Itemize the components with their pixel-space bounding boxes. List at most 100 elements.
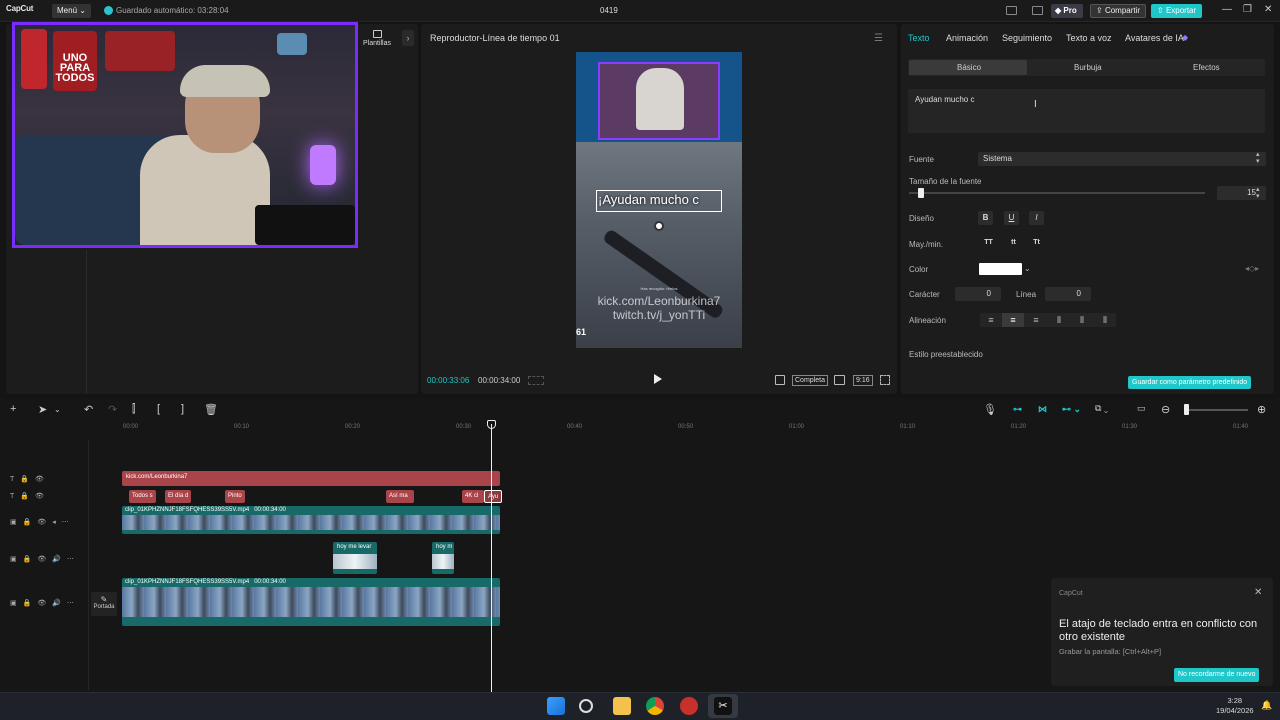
- main-video-clip[interactable]: clip_01KPHZNNJF18FSFQHESS39SS5V.mp4 00:0…: [122, 578, 500, 626]
- file-explorer-icon[interactable]: [613, 697, 631, 715]
- menu-button[interactable]: Menú ⌄: [52, 4, 91, 18]
- text-chip[interactable]: El día d: [165, 490, 191, 503]
- font-size-slider[interactable]: [909, 192, 1205, 194]
- zoom-slider[interactable]: [1184, 409, 1248, 411]
- chrome-icon[interactable]: [646, 697, 664, 715]
- font-size-stepper-icon[interactable]: ▴ ▾: [1256, 186, 1260, 200]
- color-dropdown-icon[interactable]: ⌄: [1024, 264, 1031, 273]
- text-chip[interactable]: Todos s: [129, 490, 156, 503]
- subtab-bubble[interactable]: Burbuja: [1074, 63, 1102, 72]
- text-chip[interactable]: Pinto: [225, 490, 245, 503]
- video-track-controls[interactable]: ▣🔒👁◂⋯: [10, 518, 75, 526]
- pro-button[interactable]: ◆ Pro: [1051, 4, 1083, 18]
- thumbnail-icon[interactable]: ▭: [1137, 403, 1146, 414]
- aspect-ratio-button[interactable]: 9:16: [853, 375, 873, 386]
- close-icon[interactable]: ✕: [1254, 587, 1262, 598]
- case-lower-button[interactable]: tt: [1004, 237, 1023, 249]
- text-clip[interactable]: kick.com/Leonburkina7: [122, 471, 500, 486]
- align-vertical-top-icon[interactable]: ⫴: [1048, 313, 1070, 327]
- underline-button[interactable]: U: [1004, 211, 1019, 225]
- snapshot-icon[interactable]: [834, 375, 845, 385]
- text-chip-selected[interactable]: Ayu: [484, 490, 502, 503]
- color-swatch[interactable]: [979, 263, 1022, 275]
- layout-icon[interactable]: [1006, 6, 1017, 15]
- video-caption[interactable]: ¡Ayudan mucho c: [598, 192, 722, 207]
- fullscreen-icon[interactable]: [880, 375, 890, 385]
- char-spacing-input[interactable]: 0: [955, 287, 1001, 301]
- microphone-icon[interactable]: 🎙: [983, 403, 997, 416]
- text-track-controls[interactable]: T🔒👁: [10, 492, 50, 500]
- tab-tracking[interactable]: Seguimiento: [1002, 33, 1052, 43]
- tab-text[interactable]: Texto: [908, 33, 930, 43]
- zoom-out-icon[interactable]: ⊖: [1161, 403, 1170, 416]
- case-title-button[interactable]: Tt: [1027, 237, 1046, 249]
- audio-track-controls[interactable]: ▣🔒👁🔊⋯: [10, 555, 80, 563]
- project-title[interactable]: 0419: [600, 6, 618, 15]
- templates-tab[interactable]: Plantillas: [360, 30, 394, 47]
- split-icon[interactable]: ⫿: [132, 403, 136, 416]
- crop-icon[interactable]: [775, 375, 785, 385]
- shortcut-icon[interactable]: [1032, 6, 1043, 15]
- media-clip[interactable]: hoy m: [432, 542, 454, 574]
- grid-icon[interactable]: [528, 376, 544, 385]
- playhead-handle[interactable]: [487, 420, 496, 429]
- redo-icon[interactable]: ↷: [108, 403, 117, 416]
- share-button[interactable]: ⇪ Compartir: [1090, 4, 1147, 18]
- preview-axis-icon[interactable]: ⧉ ⌄: [1095, 403, 1108, 414]
- select-cursor-icon[interactable]: ➤: [38, 403, 47, 416]
- text-chip[interactable]: 4K cl: [462, 490, 484, 503]
- align-vertical-center-icon[interactable]: ⫴: [1071, 313, 1093, 327]
- tab-text-to-speech[interactable]: Texto a voz: [1066, 33, 1112, 43]
- bold-button[interactable]: B: [978, 211, 993, 225]
- capcut-taskbar-icon[interactable]: ✂: [714, 697, 732, 715]
- align-center-icon[interactable]: ≡: [1002, 313, 1024, 327]
- align-vertical-bottom-icon[interactable]: ⫴: [1094, 313, 1116, 327]
- link-icon[interactable]: ⊷ ⌄: [1062, 404, 1081, 415]
- trim-right-icon[interactable]: ]: [181, 403, 184, 415]
- subtab-effects[interactable]: Efectos: [1193, 63, 1220, 72]
- case-upper-button[interactable]: TT: [979, 237, 998, 249]
- minimize-icon[interactable]: —: [1222, 4, 1232, 15]
- tab-animation[interactable]: Animación: [946, 33, 988, 43]
- video-clip-overlay[interactable]: clip_01KPHZNNJF18FSFQHESS39SS5V.mp4 00:0…: [122, 506, 500, 534]
- notifications-bell-icon[interactable]: 🔔: [1261, 700, 1272, 711]
- italic-button[interactable]: I: [1029, 211, 1044, 225]
- full-quality-button[interactable]: Completa: [792, 375, 828, 386]
- add-track-icon[interactable]: +: [10, 403, 16, 415]
- playhead[interactable]: [491, 424, 492, 692]
- player-menu-icon[interactable]: ☰: [874, 33, 883, 44]
- align-left-icon[interactable]: ≡: [980, 313, 1002, 327]
- subtab-basic[interactable]: Básico: [957, 63, 981, 72]
- zoom-slider-handle[interactable]: [1184, 404, 1189, 415]
- keyframe-icon[interactable]: ◂◇▸: [1245, 264, 1259, 273]
- line-spacing-input[interactable]: 0: [1045, 287, 1091, 301]
- link-main-track-icon[interactable]: ⊶: [1013, 404, 1022, 415]
- close-window-icon[interactable]: ✕: [1264, 4, 1272, 15]
- app-icon[interactable]: [680, 697, 698, 715]
- media-clip[interactable]: hoy me levar: [333, 542, 377, 574]
- main-track-controls[interactable]: ▣🔒👁🔊⋯: [10, 599, 80, 607]
- maximize-icon[interactable]: ❐: [1243, 4, 1252, 15]
- save-preset-button[interactable]: Guardar como parámetro predefinido: [1128, 376, 1252, 389]
- export-button[interactable]: ⇧ Exportar: [1151, 4, 1203, 18]
- zoom-in-icon[interactable]: ⊕: [1257, 403, 1266, 416]
- magnet-icon[interactable]: ⋈: [1038, 404, 1047, 415]
- cursor-dropdown-icon[interactable]: ⌄: [54, 405, 61, 414]
- delete-icon[interactable]: 🗑: [204, 403, 218, 416]
- font-select[interactable]: Sistema: [978, 152, 1266, 166]
- trim-left-icon[interactable]: [: [157, 403, 160, 415]
- text-content-value[interactable]: Ayudan mucho c: [915, 95, 974, 104]
- rotate-handle-icon[interactable]: [654, 221, 664, 231]
- windows-start-icon[interactable]: [547, 697, 565, 715]
- dont-remind-button[interactable]: No recordarme de nuevo: [1174, 668, 1260, 682]
- font-stepper-icon[interactable]: ▴ ▾: [1256, 151, 1260, 165]
- font-size-slider-handle[interactable]: [918, 188, 924, 198]
- tab-ai-avatars[interactable]: Avatares de IA: [1125, 33, 1184, 43]
- align-right-icon[interactable]: ≡: [1025, 313, 1047, 327]
- cover-button[interactable]: ✎ Portada: [91, 592, 117, 616]
- webcam-video-frame[interactable]: UNO PARA TODOS: [12, 22, 358, 248]
- text-chip[interactable]: Así ma: [386, 490, 414, 503]
- search-icon[interactable]: [579, 699, 593, 713]
- tabs-next-button[interactable]: ›: [402, 30, 414, 46]
- play-icon[interactable]: [654, 374, 662, 384]
